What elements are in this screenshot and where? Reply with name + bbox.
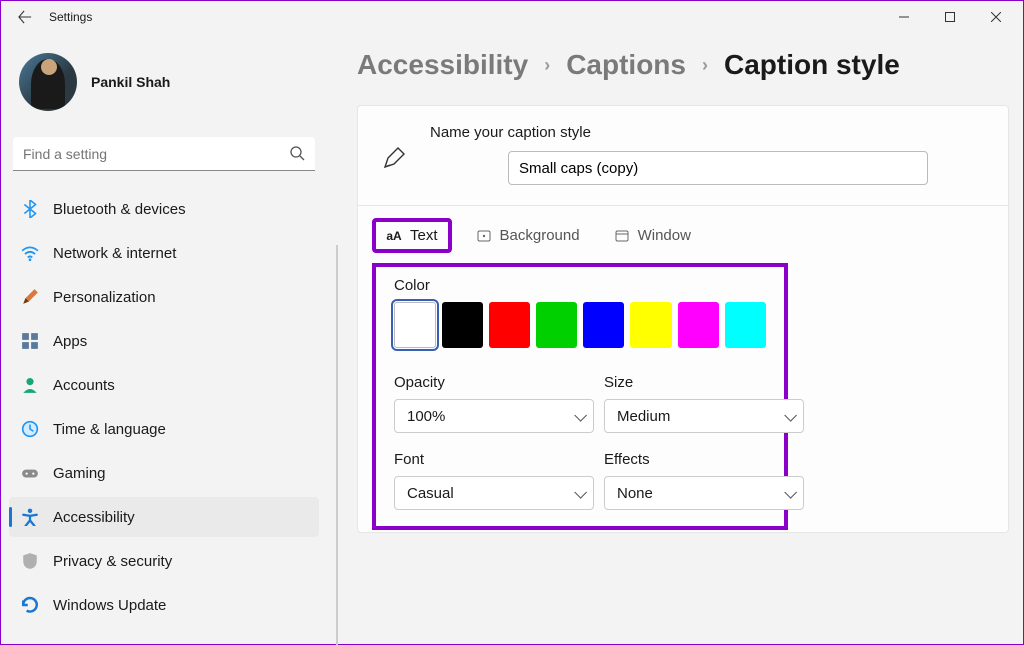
chevron-right-icon: › <box>544 55 550 76</box>
app-title: Settings <box>49 10 92 24</box>
sidebar-item-update[interactable]: Windows Update <box>9 585 319 625</box>
divider <box>336 245 338 645</box>
chevron-right-icon: › <box>702 55 708 76</box>
text-options-panel: Color Opacity 100% <box>372 263 788 530</box>
sidebar-item-bluetooth[interactable]: Bluetooth & devices <box>9 189 319 229</box>
color-swatch-magenta[interactable] <box>678 302 719 348</box>
size-field: Size Medium <box>604 374 804 433</box>
titlebar: Settings <box>1 1 1023 33</box>
size-label: Size <box>604 374 804 391</box>
font-label: Font <box>394 451 594 468</box>
shield-icon <box>21 552 39 570</box>
breadcrumb-level2[interactable]: Captions <box>566 49 686 81</box>
sidebar-item-apps[interactable]: Apps <box>9 321 319 361</box>
effects-select[interactable]: None <box>604 476 804 510</box>
apps-icon <box>21 332 39 350</box>
effects-field: Effects None <box>604 451 804 510</box>
color-swatch-cyan[interactable] <box>725 302 766 348</box>
pen-ruler-icon <box>382 146 406 170</box>
color-swatches <box>394 302 766 348</box>
tab-text[interactable]: aA Text <box>372 218 452 253</box>
breadcrumb-current: Caption style <box>724 49 900 81</box>
font-field: Font Casual <box>394 451 594 510</box>
sidebar-item-label: Personalization <box>53 289 156 306</box>
brush-icon <box>21 288 39 306</box>
sidebar-item-label: Gaming <box>53 465 106 482</box>
update-icon <box>21 596 39 614</box>
sidebar-item-network[interactable]: Network & internet <box>9 233 319 273</box>
color-swatch-yellow[interactable] <box>630 302 671 348</box>
back-button[interactable] <box>5 10 45 24</box>
sidebar-item-privacy[interactable]: Privacy & security <box>9 541 319 581</box>
tab-label: Background <box>500 227 580 244</box>
background-icon <box>476 228 492 244</box>
sidebar-item-label: Privacy & security <box>53 553 172 570</box>
name-label: Name your caption style <box>430 124 984 141</box>
tabs: aA Text Background Window <box>358 206 1008 259</box>
sidebar: Pankil Shah Bluetooth & devices Network … <box>1 33 331 644</box>
minimize-button[interactable] <box>881 1 927 33</box>
person-icon <box>21 376 39 394</box>
window-icon <box>614 228 630 244</box>
tab-background[interactable]: Background <box>466 218 590 253</box>
breadcrumb-level1[interactable]: Accessibility <box>357 49 528 81</box>
size-select[interactable]: Medium <box>604 399 804 433</box>
sidebar-item-label: Windows Update <box>53 597 166 614</box>
sidebar-item-label: Apps <box>53 333 87 350</box>
sidebar-item-personalization[interactable]: Personalization <box>9 277 319 317</box>
opacity-field: Opacity 100% <box>394 374 594 433</box>
maximize-button[interactable] <box>927 1 973 33</box>
caption-name-input[interactable] <box>508 151 928 185</box>
opacity-select[interactable]: 100% <box>394 399 594 433</box>
bluetooth-icon <box>21 200 39 218</box>
sidebar-item-time[interactable]: Time & language <box>9 409 319 449</box>
font-select[interactable]: Casual <box>394 476 594 510</box>
breadcrumb: Accessibility › Captions › Caption style <box>357 49 1009 81</box>
color-swatch-red[interactable] <box>489 302 530 348</box>
tab-label: Text <box>410 227 438 244</box>
effects-label: Effects <box>604 451 804 468</box>
opacity-label: Opacity <box>394 374 594 391</box>
gamepad-icon <box>21 464 39 482</box>
sidebar-item-label: Network & internet <box>53 245 176 262</box>
search-input[interactable] <box>13 137 315 171</box>
clock-icon <box>21 420 39 438</box>
text-icon: aA <box>386 228 402 244</box>
sidebar-item-gaming[interactable]: Gaming <box>9 453 319 493</box>
sidebar-item-label: Bluetooth & devices <box>53 201 186 218</box>
sidebar-item-accounts[interactable]: Accounts <box>9 365 319 405</box>
profile[interactable]: Pankil Shah <box>9 33 319 131</box>
sidebar-item-label: Time & language <box>53 421 166 438</box>
user-name: Pankil Shah <box>91 74 170 90</box>
sidebar-item-accessibility[interactable]: Accessibility <box>9 497 319 537</box>
tab-label: Window <box>638 227 691 244</box>
color-swatch-black[interactable] <box>442 302 483 348</box>
search-wrap <box>13 137 315 171</box>
search-icon <box>289 145 305 161</box>
color-swatch-green[interactable] <box>536 302 577 348</box>
main: Accessibility › Captions › Caption style… <box>331 33 1023 644</box>
window-controls <box>881 1 1019 33</box>
color-label: Color <box>394 277 766 294</box>
sidebar-item-label: Accounts <box>53 377 115 394</box>
caption-style-card: Name your caption style aA Text Backgrou… <box>357 105 1009 533</box>
tab-window[interactable]: Window <box>604 218 701 253</box>
accessibility-icon <box>21 508 39 526</box>
color-swatch-white[interactable] <box>394 302 436 348</box>
sidebar-item-label: Accessibility <box>53 509 135 526</box>
close-button[interactable] <box>973 1 1019 33</box>
arrow-left-icon <box>18 10 32 24</box>
avatar <box>19 53 77 111</box>
wifi-icon <box>21 244 39 262</box>
name-row: Name your caption style <box>358 106 1008 206</box>
color-swatch-blue[interactable] <box>583 302 624 348</box>
nav: Bluetooth & devices Network & internet P… <box>9 189 319 625</box>
